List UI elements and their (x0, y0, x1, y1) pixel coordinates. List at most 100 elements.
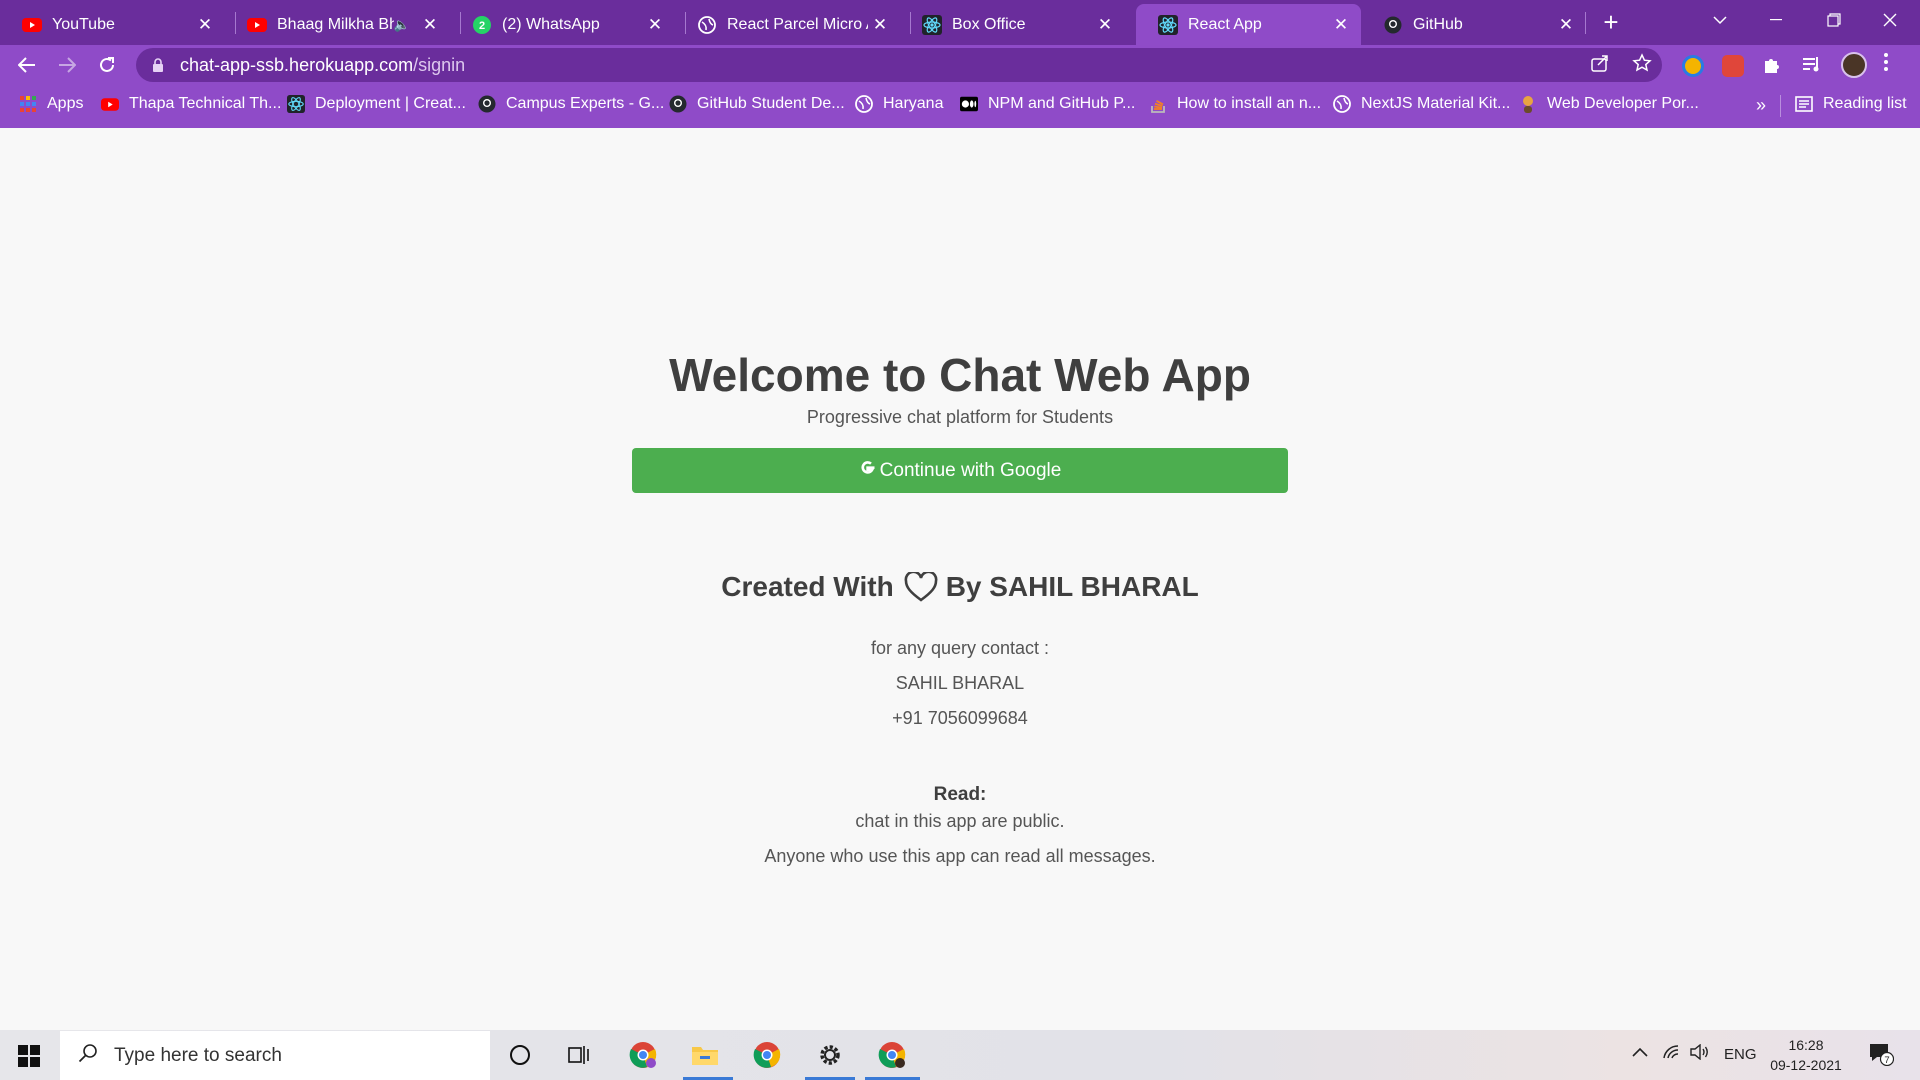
bookmark-deployment[interactable]: Deployment | Creat... (287, 95, 466, 113)
bookmark-web-developer[interactable]: Web Developer Por... (1519, 95, 1699, 113)
youtube-icon (247, 15, 267, 35)
back-button[interactable] (11, 49, 43, 81)
tab-close-icon[interactable]: ✕ (643, 15, 667, 35)
extension-icon[interactable] (1682, 55, 1704, 77)
minimize-button[interactable] (1748, 0, 1804, 40)
heart-icon (904, 572, 938, 602)
taskbar-search-box[interactable]: Type here to search (60, 1031, 490, 1080)
restore-button[interactable] (1806, 0, 1862, 40)
tab-whatsapp[interactable]: 2 (2) WhatsApp ✕ (450, 4, 675, 45)
react-icon (287, 95, 305, 113)
search-placeholder: Type here to search (114, 1044, 282, 1066)
bookmark-label: Thapa Technical Th... (129, 95, 282, 112)
tab-close-icon[interactable]: ✕ (1329, 15, 1353, 35)
chrome-profile-icon[interactable] (877, 1040, 907, 1070)
extension-icon[interactable] (1722, 55, 1744, 77)
reading-list-icon (1795, 95, 1813, 113)
bookmark-npm-github[interactable]: NPM and GitHub P... (960, 95, 1135, 113)
speaker-muted-icon[interactable]: 🔈 (394, 17, 410, 33)
clock-time: 16:28 (1788, 1037, 1824, 1053)
file-explorer-icon[interactable] (690, 1040, 720, 1070)
svg-text:2: 2 (479, 20, 485, 32)
bookmark-thapa[interactable]: Thapa Technical Th... (101, 95, 281, 113)
menu-dots-icon[interactable] (1884, 53, 1896, 73)
bookmark-label: Web Developer Por... (1547, 95, 1699, 112)
clock-date: 09-12-2021 (1770, 1057, 1842, 1073)
tab-strip: YouTube ✕ Bhaag Milkha Bhaag 🔈 ✕ 2 (2) W… (0, 0, 1920, 45)
wifi-icon[interactable] (1662, 1044, 1682, 1064)
read-heading: Read: (933, 784, 987, 805)
stackoverflow-icon (1149, 95, 1167, 113)
chrome-profile-icon[interactable] (628, 1040, 658, 1070)
show-hidden-icons[interactable] (1632, 1044, 1648, 1061)
tab-title: Bhaag Milkha Bhaag (277, 15, 394, 33)
read-line-2: Anyone who use this app can read all mes… (764, 846, 1156, 866)
lock-icon[interactable] (152, 58, 164, 72)
url-path: /signin (413, 54, 466, 75)
more-bookmarks-button[interactable]: » (1756, 95, 1766, 116)
tab-react-parcel[interactable]: React Parcel Micro App ✕ (675, 4, 900, 45)
task-view-icon[interactable] (565, 1040, 595, 1070)
bookmark-haryana[interactable]: Haryana (855, 95, 943, 113)
bookmark-apps[interactable]: Apps (19, 95, 83, 113)
github-icon (478, 95, 496, 113)
profile-avatar[interactable] (1841, 52, 1867, 78)
bookmark-github-student[interactable]: GitHub Student De... (669, 95, 845, 113)
language-indicator[interactable]: ENG (1724, 1046, 1757, 1063)
chrome-icon[interactable] (752, 1040, 782, 1070)
react-icon (922, 14, 942, 35)
tab-title: React App (1188, 15, 1262, 33)
tab-youtube[interactable]: YouTube ✕ (0, 4, 225, 45)
reading-list-button[interactable]: Reading list (1795, 95, 1907, 113)
globe-icon (855, 95, 873, 113)
page-title: Welcome to Chat Web App (669, 349, 1251, 401)
tab-title: Box Office (952, 15, 1026, 33)
volume-icon[interactable] (1690, 1043, 1710, 1064)
credit-suffix: By SAHIL BHARAL (945, 571, 1199, 602)
contact-label: for any query contact : (870, 638, 1050, 658)
youtube-icon (101, 95, 119, 113)
share-icon[interactable] (1590, 53, 1610, 73)
globe-icon (697, 15, 717, 35)
continue-with-google-button[interactable]: Continue with Google (632, 448, 1288, 493)
new-tab-button[interactable]: + (1596, 8, 1626, 38)
notification-count: 7 (1884, 1055, 1889, 1066)
bookmark-campus-experts[interactable]: Campus Experts - G... (478, 95, 664, 113)
forward-button[interactable] (51, 49, 83, 81)
url-text: chat-app-ssb.herokuapp.com/signin (180, 55, 465, 76)
page-content: Welcome to Chat Web App Progressive chat… (0, 128, 1920, 1030)
bookmark-install[interactable]: How to install an n... (1149, 95, 1321, 113)
tab-bhaag-milkha[interactable]: Bhaag Milkha Bhaag 🔈 ✕ (225, 4, 450, 45)
tab-close-icon[interactable]: ✕ (868, 15, 892, 35)
avatar-icon (1519, 95, 1537, 113)
contact-name: SAHIL BHARAL (895, 673, 1025, 693)
browser-toolbar: chat-app-ssb.herokuapp.com/signin (0, 45, 1920, 85)
address-bar[interactable]: chat-app-ssb.herokuapp.com/signin (136, 48, 1662, 82)
taskbar-clock[interactable]: 16:28 09-12-2021 (1766, 1035, 1846, 1075)
tab-title: GitHub (1413, 15, 1463, 33)
tab-box-office[interactable]: Box Office ✕ (900, 4, 1125, 45)
tab-close-icon[interactable]: ✕ (418, 15, 442, 35)
puzzle-icon[interactable] (1762, 55, 1782, 75)
globe-icon (1333, 95, 1351, 113)
settings-gear-icon[interactable] (815, 1040, 845, 1070)
tab-close-icon[interactable]: ✕ (193, 15, 217, 35)
google-icon (859, 459, 876, 482)
reload-button[interactable] (91, 49, 123, 81)
tab-github[interactable]: GitHub ✕ (1361, 4, 1586, 45)
tab-close-icon[interactable]: ✕ (1093, 15, 1117, 35)
bookmark-label: NextJS Material Kit... (1361, 95, 1511, 112)
whatsapp-icon: 2 (472, 15, 492, 35)
cortana-icon[interactable] (505, 1040, 535, 1070)
notification-center-icon[interactable]: 7 (1868, 1042, 1895, 1070)
bookmarks-bar: Apps Thapa Technical Th... Deployment | … (0, 85, 1920, 128)
bookmark-nextjs-kit[interactable]: NextJS Material Kit... (1333, 95, 1510, 113)
bookmark-star-icon[interactable] (1632, 53, 1652, 73)
tab-react-app[interactable]: React App ✕ (1136, 4, 1361, 45)
tab-search-icon[interactable] (1692, 0, 1748, 40)
windows-start-icon[interactable] (18, 1045, 40, 1067)
tab-close-icon[interactable]: ✕ (1554, 15, 1578, 35)
close-window-button[interactable] (1862, 0, 1918, 40)
media-control-icon[interactable] (1802, 55, 1822, 75)
bookmark-label: Campus Experts - G... (506, 95, 665, 112)
